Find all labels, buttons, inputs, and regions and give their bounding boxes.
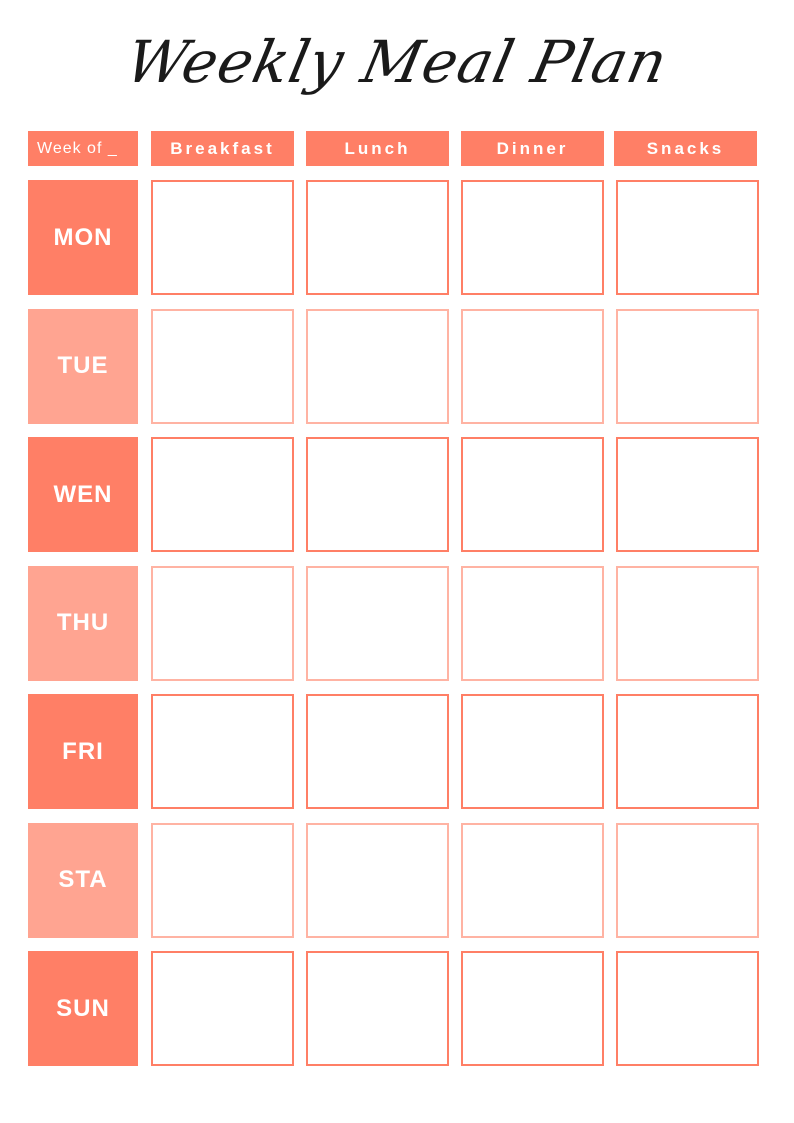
column-header-lunch: Lunch: [306, 131, 449, 166]
meal-cell-sun-lunch[interactable]: [306, 951, 449, 1066]
meal-cell-fri-snacks[interactable]: [616, 694, 759, 809]
meal-cell-sun-dinner[interactable]: [461, 951, 604, 1066]
meal-cell-wen-breakfast[interactable]: [151, 437, 294, 552]
column-header-breakfast: Breakfast: [151, 131, 294, 166]
day-label-mon: MON: [28, 180, 138, 295]
meal-cell-wen-dinner[interactable]: [461, 437, 604, 552]
meal-cell-sta-dinner[interactable]: [461, 822, 604, 938]
week-of-label[interactable]: Week of _: [28, 131, 138, 166]
meal-cell-sun-breakfast[interactable]: [151, 951, 294, 1066]
meal-cell-fri-breakfast[interactable]: [151, 694, 294, 809]
day-label-tue: TUE: [28, 308, 138, 424]
day-label-sun: SUN: [28, 951, 138, 1066]
meal-cell-sta-breakfast[interactable]: [151, 822, 294, 938]
meal-cell-fri-lunch[interactable]: [306, 694, 449, 809]
meal-cell-tue-lunch[interactable]: [306, 308, 449, 424]
meal-cell-thu-lunch[interactable]: [306, 565, 449, 681]
meal-cell-mon-dinner[interactable]: [461, 180, 604, 295]
meal-cell-thu-dinner[interactable]: [461, 565, 604, 681]
meal-cell-wen-lunch[interactable]: [306, 437, 449, 552]
meal-cell-sta-snacks[interactable]: [616, 822, 759, 938]
day-label-wen: WEN: [28, 437, 138, 552]
meal-cell-sta-lunch[interactable]: [306, 822, 449, 938]
meal-cell-mon-snacks[interactable]: [616, 180, 759, 295]
meal-cell-mon-breakfast[interactable]: [151, 180, 294, 295]
meal-cell-wen-snacks[interactable]: [616, 437, 759, 552]
column-header-dinner: Dinner: [461, 131, 604, 166]
meal-cell-mon-lunch[interactable]: [306, 180, 449, 295]
day-label-sta: STA: [28, 822, 138, 938]
meal-cell-sun-snacks[interactable]: [616, 951, 759, 1066]
meal-cell-thu-snacks[interactable]: [616, 565, 759, 681]
page-title: Weekly Meal Plan: [120, 28, 674, 96]
day-label-thu: THU: [28, 565, 138, 681]
meal-cell-fri-dinner[interactable]: [461, 694, 604, 809]
day-label-fri: FRI: [28, 694, 138, 809]
column-header-snacks: Snacks: [614, 131, 757, 166]
meal-cell-thu-breakfast[interactable]: [151, 565, 294, 681]
meal-cell-tue-breakfast[interactable]: [151, 308, 294, 424]
meal-cell-tue-dinner[interactable]: [461, 308, 604, 424]
meal-cell-tue-snacks[interactable]: [616, 308, 759, 424]
